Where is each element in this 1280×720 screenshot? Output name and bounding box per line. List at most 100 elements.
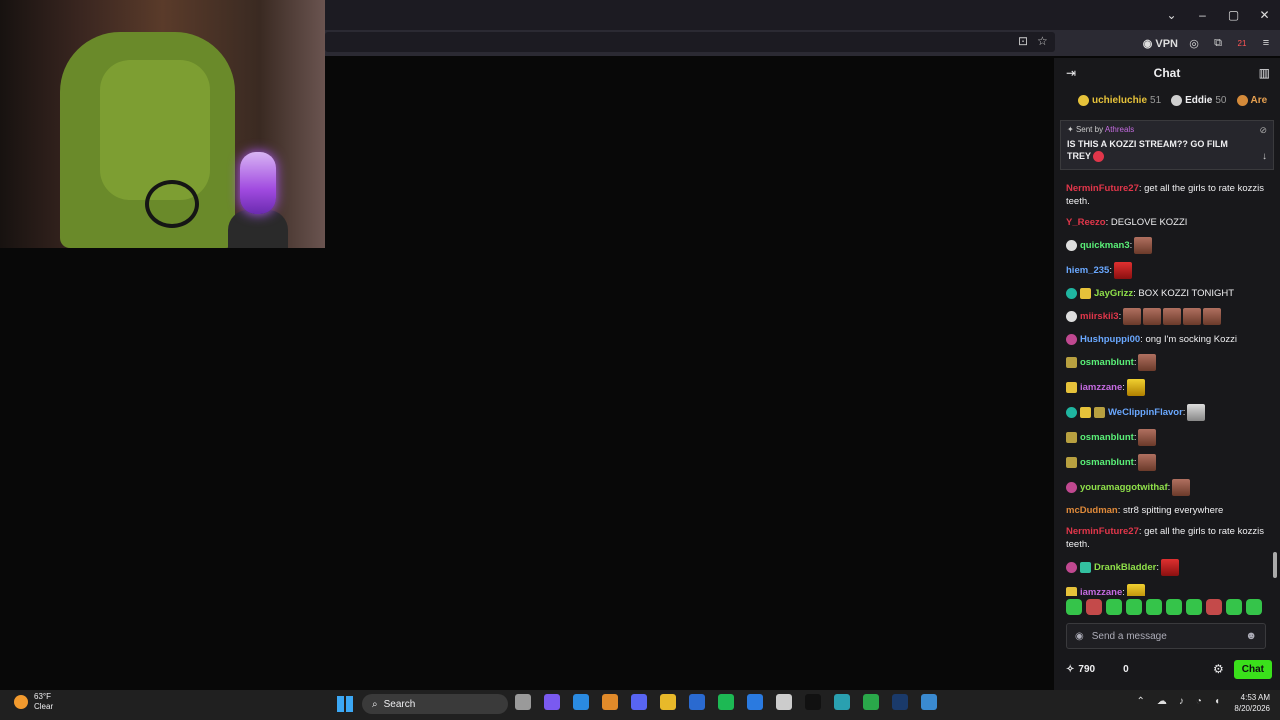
chat-username[interactable]: osmanblunt [1080,432,1134,443]
tab-list-icon[interactable]: ⌄ [1156,0,1187,30]
chat-emote[interactable] [1160,559,1179,576]
user-badge-icon[interactable] [1066,457,1077,468]
chat-username[interactable]: hiem_235 [1066,265,1109,276]
clock[interactable]: 4:53 AM 8/20/2026 [1234,692,1270,714]
expand-pinned-icon[interactable]: ↓ [1262,151,1267,162]
channel-points[interactable]: ✧ 790 [1066,664,1095,675]
taskbar-app-icon[interactable] [834,694,850,710]
minimize-button[interactable]: – [1187,0,1218,30]
taskbar-app-icon[interactable] [515,694,531,710]
address-bar[interactable] [325,32,1055,52]
taskbar-app-icon[interactable] [631,694,647,710]
volume-icon[interactable]: ◖ [1214,696,1220,707]
user-badge-icon[interactable] [1066,407,1077,418]
user-badge-icon[interactable] [1066,482,1077,493]
user-badge-icon[interactable] [1080,407,1091,418]
taskbar-app-icon[interactable] [544,694,560,710]
stream-video[interactable] [325,58,1054,690]
taskbar-app-icon[interactable] [689,694,705,710]
emote-option[interactable] [1186,599,1202,615]
pinned-message[interactable]: ✦ Sent by Athreals IS THIS A KOZZI STREA… [1060,120,1274,170]
taskbar-app-icon[interactable] [573,694,589,710]
taskbar-app-icon[interactable] [863,694,879,710]
user-badge-icon[interactable] [1066,311,1077,322]
emote-picker-icon[interactable]: ☻ [1245,630,1257,642]
chat-username[interactable]: JayGrizz [1094,288,1133,299]
chat-username[interactable]: osmanblunt [1080,357,1134,368]
cloud-icon[interactable]: ☁ [1157,696,1167,707]
taskbar-app-icon[interactable] [805,694,821,710]
emote-option[interactable] [1246,599,1262,615]
chat-emote[interactable] [1126,584,1145,596]
bookmark-star-icon[interactable]: ☆ [1037,34,1048,48]
chat-username[interactable]: iamzzane [1080,382,1122,393]
save-page-icon[interactable]: ⊡ [1018,34,1028,48]
emote-option[interactable] [1206,599,1222,615]
emote-option[interactable] [1126,599,1142,615]
chat-settings-icon[interactable]: ⚙ [1213,662,1224,676]
hide-pinned-icon[interactable]: ⊘ [1259,125,1267,136]
chat-emote[interactable] [1172,479,1191,496]
extensions-icon[interactable]: ⧉ [1210,37,1226,50]
emote-option[interactable] [1146,599,1162,615]
chat-emote[interactable] [1143,308,1162,325]
user-badge-icon[interactable] [1066,240,1077,251]
leaderboard-entry[interactable]: Are [1236,94,1271,106]
windows-start-icon[interactable] [337,696,353,712]
chat-send-button[interactable]: Chat [1233,659,1272,679]
chat-emote[interactable] [1187,404,1206,421]
leaderboard-entry[interactable]: Eddie 50 [1171,94,1227,106]
user-badge-icon[interactable] [1066,587,1077,596]
chat-username[interactable]: iamzzane [1080,587,1122,596]
emote-option[interactable] [1106,599,1122,615]
pinned-user[interactable]: Athreals [1105,125,1134,134]
taskbar-app-icon[interactable] [718,694,734,710]
community-icon[interactable]: ▥ [1259,66,1270,80]
user-badge-icon[interactable] [1066,357,1077,368]
taskbar-search[interactable]: ⌕ Search [362,694,508,714]
emote-option[interactable] [1226,599,1242,615]
chat-scrollbar[interactable] [1273,552,1277,578]
vpn-button[interactable]: ◉ VPN [1143,37,1178,50]
user-badge-icon[interactable] [1066,287,1077,299]
chat-identity-icon[interactable]: ◉ [1075,631,1084,642]
emote-option[interactable] [1066,599,1082,615]
chat-username[interactable]: NerminFuture27 [1066,526,1139,537]
chat-username[interactable]: DrankBladder [1094,562,1156,573]
user-badge-icon[interactable] [1066,382,1077,393]
taskbar-app-icon[interactable] [602,694,618,710]
chat-emote[interactable] [1183,308,1202,325]
maximize-button[interactable]: ▢ [1218,0,1249,30]
weather-widget[interactable]: 63°F Clear [14,692,53,712]
chat-emote[interactable] [1138,454,1157,471]
chat-emote[interactable] [1134,237,1153,254]
collapse-chat-icon[interactable]: ⇥ [1066,66,1076,80]
chevron-up-icon[interactable]: ⌃ [1137,696,1145,707]
chat-username[interactable]: osmanblunt [1080,457,1134,468]
taskbar-app-icon[interactable] [747,694,763,710]
chat-emote[interactable] [1123,308,1142,325]
chat-emote[interactable] [1163,308,1182,325]
user-badge-icon[interactable] [1094,407,1105,418]
chat-input[interactable]: ◉ Send a message ☻ [1066,623,1266,649]
user-badge-icon[interactable] [1066,562,1077,573]
emote-option[interactable] [1086,599,1102,615]
user-badge-icon[interactable] [1080,562,1091,573]
menu-icon[interactable]: ≡ [1258,37,1274,49]
taskbar-app-icon[interactable] [776,694,792,710]
taskbar-app-icon[interactable] [921,694,937,710]
microphone-icon[interactable]: ♪ [1179,696,1184,707]
user-badge-icon[interactable] [1066,432,1077,443]
chat-username[interactable]: quickman3 [1080,240,1130,251]
chat-username[interactable]: youramaggotwithaf [1080,482,1168,493]
chat-emote[interactable] [1203,308,1222,325]
user-badge-icon[interactable] [1066,333,1077,345]
close-button[interactable]: ✕ [1249,0,1280,30]
chat-username[interactable]: Y_Reezo [1066,217,1106,228]
wifi-icon[interactable]: ◔ [1196,696,1202,707]
chat-emote[interactable] [1113,262,1132,279]
taskbar-app-icon[interactable] [892,694,908,710]
chat-username[interactable]: miirskii3 [1080,311,1119,322]
chat-emote[interactable] [1138,354,1157,371]
extension-badge[interactable]: 21 [1234,39,1250,48]
